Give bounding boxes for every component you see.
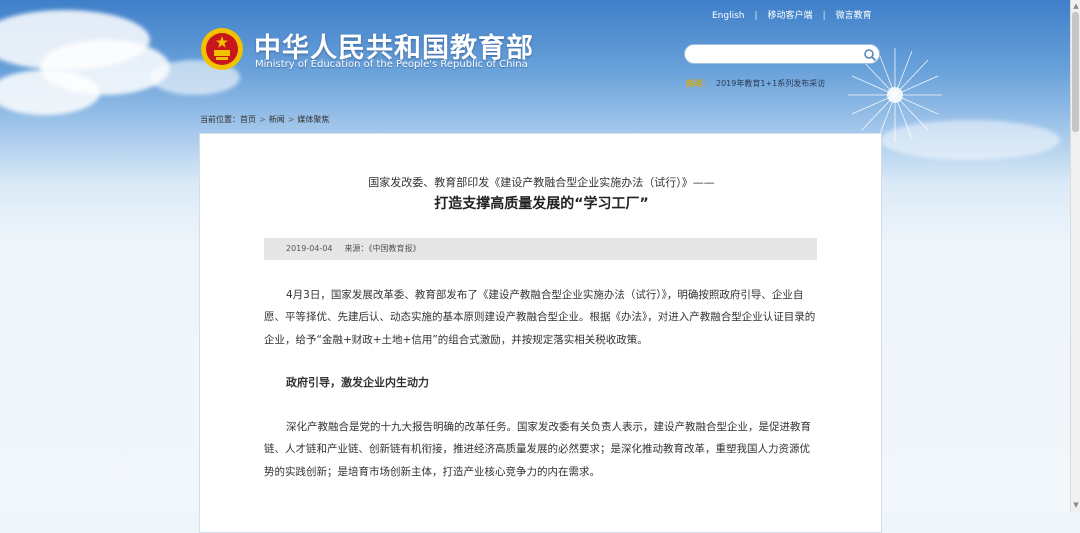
english-link[interactable]: English [712,11,745,21]
article-paragraph: 深化产教融合是党的十九大报告明确的改革任务。国家发改委有关负责人表示，建设产教融… [264,421,811,478]
hot-words-link[interactable]: 2019年教育1+1系列发布采访 [716,79,825,88]
article-subheading: 政府引导，激发企业内生动力 [286,376,429,389]
separator: | [754,11,758,21]
article-source: 来源：《中国教育报》 [344,244,421,253]
breadcrumb: 当前位置：首页 > 新闻 > 媒体聚焦 [200,114,329,125]
hot-words: 热词： 2019年教育1+1系列发布采访 [686,78,825,89]
article-container: 国家发改委、教育部印发《建设产教融合型企业实施办法（试行）》—— 打造支撑高质量… [199,133,882,533]
search-box [684,44,880,64]
cloud-decoration [0,70,100,115]
article-title-line2: 打造支撑高质量发展的“学习工厂” [434,196,649,212]
article-paragraph: 4月3日，国家发展改革委、教育部发布了《建设产教融合型企业实施办法（试行）》，明… [264,289,816,346]
national-emblem-icon [201,28,243,70]
breadcrumb-prefix: 当前位置： [200,115,240,124]
article-date: 2019-04-04 [286,244,333,253]
weiyan-jiaoyu-link[interactable]: 微言教育 [836,11,872,21]
hot-words-label: 热词： [686,79,710,88]
separator: | [822,11,826,21]
search-input[interactable] [693,47,857,63]
breadcrumb-media-focus[interactable]: 媒体聚焦 [297,115,329,124]
site-subtitle: Ministry of Education of the People's Re… [255,59,528,70]
breadcrumb-arrow: > [259,115,266,124]
scrollbar-thumb[interactable] [1072,12,1079,132]
breadcrumb-home[interactable]: 首页 [240,115,256,124]
breadcrumb-news[interactable]: 新闻 [269,115,285,124]
breadcrumb-arrow: > [287,115,295,124]
vertical-scrollbar[interactable]: ▲ ▼ [1070,0,1080,512]
mobile-client-link[interactable]: 移动客户端 [768,11,813,21]
search-icon[interactable] [863,48,877,62]
article-title-line1: 国家发改委、教育部印发《建设产教融合型企业实施办法（试行）》—— [368,176,715,189]
scroll-down-arrow-icon[interactable]: ▼ [1072,500,1080,510]
article-meta-bar: 2019-04-04 来源：《中国教育报》 [264,238,817,260]
top-links: English | 移动客户端 | 微言教育 [712,8,872,21]
scroll-up-arrow-icon[interactable]: ▲ [1072,1,1080,11]
